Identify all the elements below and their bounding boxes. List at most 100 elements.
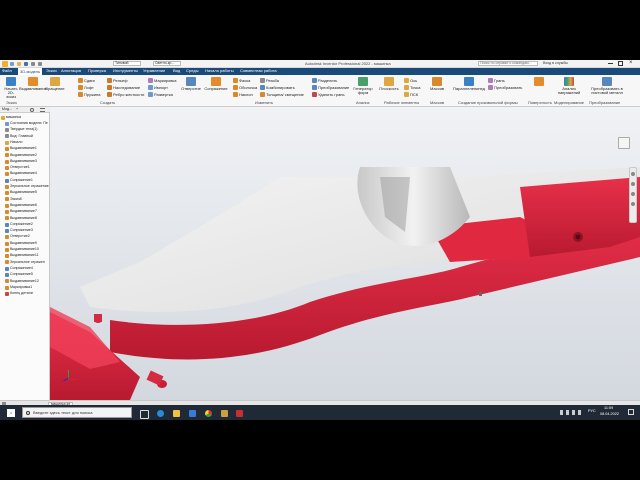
- emboss-button[interactable]: Рельеф: [107, 78, 128, 83]
- browser-menu-icon[interactable]: [40, 108, 45, 112]
- draft-button[interactable]: Наклон: [233, 92, 253, 97]
- 3d-viewport[interactable]: [50, 107, 640, 400]
- tree-item[interactable]: Выдавливание3: [1, 159, 37, 164]
- sweep-button[interactable]: Сдвиг: [78, 78, 95, 83]
- stress-analysis-button[interactable]: Анализ напряжений: [556, 77, 582, 95]
- rib-button[interactable]: Ребро жесткости: [107, 92, 144, 97]
- loft-button[interactable]: Лофт: [78, 85, 94, 90]
- task-view-icon[interactable]: [140, 410, 149, 419]
- redo-icon[interactable]: [38, 62, 42, 66]
- fillet-button[interactable]: Сопряжение: [203, 77, 229, 91]
- tree-item[interactable]: Выдавливание9: [1, 241, 37, 246]
- chrome-icon[interactable]: [205, 410, 212, 417]
- tree-item[interactable]: Эскиз8: [1, 197, 22, 202]
- app-logo-icon[interactable]: [2, 61, 8, 67]
- freeform-convert-button[interactable]: Преобразовать: [488, 85, 522, 90]
- tree-item[interactable]: Выдавливание10: [1, 247, 39, 252]
- taskbar-search-input[interactable]: Введите здесь текст для поиска: [22, 407, 132, 418]
- tree-item[interactable]: Зеркальное отражен: [1, 260, 45, 265]
- delete-face-button[interactable]: Удалить грань: [312, 92, 345, 97]
- chamfer-button[interactable]: Фаска: [233, 78, 250, 83]
- clock-time[interactable]: 11:59: [604, 406, 613, 411]
- shell-button[interactable]: Оболочка: [233, 85, 257, 90]
- menu-tab-1[interactable]: 3D-модель: [18, 68, 43, 75]
- combine-button[interactable]: Комбинировать: [260, 85, 295, 90]
- tree-item[interactable]: Сопряжение5: [1, 273, 33, 278]
- menu-tab-10[interactable]: Совместная работа: [240, 69, 277, 73]
- tree-item[interactable]: Сопряжение1: [1, 178, 33, 183]
- menu-tab-4[interactable]: Проверка: [88, 69, 106, 73]
- store-icon[interactable]: [189, 410, 196, 417]
- tree-item[interactable]: Конец детали: [1, 291, 33, 296]
- menu-tab-9[interactable]: Начало работы: [205, 69, 234, 73]
- notifications-icon[interactable]: [628, 409, 634, 415]
- point-button[interactable]: Точка: [404, 85, 420, 90]
- ucs-button[interactable]: ПСК: [404, 92, 418, 97]
- tree-item[interactable]: Вид: Главный: [1, 134, 33, 139]
- tree-item[interactable]: Отверстие1: [1, 165, 30, 170]
- tree-item[interactable]: Выдавливание2: [1, 153, 37, 158]
- surface-button[interactable]: [528, 77, 550, 87]
- close-button[interactable]: ×: [629, 60, 633, 66]
- tree-item[interactable]: Выдавливание12: [1, 279, 39, 284]
- menu-tab-5[interactable]: Инструменты: [113, 69, 138, 73]
- open-icon[interactable]: [17, 62, 21, 66]
- undo-icon[interactable]: [31, 62, 35, 66]
- shape-generator-button[interactable]: Генератор форм: [352, 77, 374, 95]
- tree-item[interactable]: Зеркальное отражение: [1, 184, 49, 189]
- tree-item[interactable]: Выдавливание11: [1, 254, 39, 259]
- tree-item[interactable]: Маркировка1: [1, 285, 32, 290]
- tree-item[interactable]: Выдавливание8: [1, 216, 37, 221]
- save-icon[interactable]: [24, 62, 28, 66]
- appearance-dropdown[interactable]: Светло-кр...: [153, 61, 181, 66]
- look-at-icon[interactable]: [631, 202, 635, 206]
- menu-tab-7[interactable]: Вид: [173, 69, 180, 73]
- plane-button[interactable]: Плоскость: [378, 77, 400, 91]
- decal-button[interactable]: Маркировка: [148, 78, 176, 83]
- tree-item[interactable]: Сопряжение3: [1, 228, 33, 233]
- tree-item[interactable]: Выдавливание7: [1, 210, 37, 215]
- direct-edit-button[interactable]: Преобразование: [312, 85, 349, 90]
- derive-button[interactable]: Наследование: [107, 85, 140, 90]
- zoom-icon[interactable]: [631, 182, 635, 186]
- edge-icon[interactable]: [157, 410, 164, 417]
- freeform-face-button[interactable]: Грань: [488, 78, 505, 83]
- file-explorer-icon[interactable]: [173, 410, 180, 417]
- unwrap-button[interactable]: Развертка: [148, 92, 173, 97]
- menu-tab-0[interactable]: Файл: [2, 69, 12, 73]
- tab-add[interactable]: +: [16, 107, 18, 112]
- menu-tab-6[interactable]: Управление: [143, 69, 165, 73]
- orbit-icon[interactable]: [631, 192, 635, 196]
- coil-button[interactable]: Пружина: [78, 92, 100, 97]
- tree-item[interactable]: Отверстие2: [1, 235, 30, 240]
- menu-tab-3[interactable]: Аннотация: [61, 69, 81, 73]
- tree-item[interactable]: Выдавливание5: [1, 191, 37, 196]
- thicken-button[interactable]: Толщина/ смещение: [260, 92, 304, 97]
- clock-date[interactable]: 08.04.2022: [600, 412, 619, 417]
- browser-search-icon[interactable]: [30, 108, 34, 112]
- tree-item[interactable]: Выдавливание6: [1, 203, 37, 208]
- thread-button[interactable]: Резьба: [260, 78, 279, 83]
- tree-item[interactable]: Твердые тела(1): [1, 128, 37, 133]
- hole-button[interactable]: Отверстие: [180, 77, 202, 91]
- axis-button[interactable]: Ось: [404, 78, 417, 83]
- pan-icon[interactable]: [631, 172, 635, 176]
- import-button[interactable]: Импорт: [148, 85, 168, 90]
- tab-model[interactable]: Мод...: [2, 107, 12, 112]
- tree-item[interactable]: Сопряжение2: [1, 222, 33, 227]
- tree-item[interactable]: Начало: [1, 140, 23, 145]
- new-icon[interactable]: [10, 62, 14, 66]
- tree-item[interactable]: Выдавливание4: [1, 172, 37, 177]
- material-dropdown[interactable]: Типовой: [113, 61, 141, 66]
- extrude-button[interactable]: Выдавливание: [19, 77, 47, 91]
- inventor-taskbar-icon[interactable]: [221, 410, 228, 417]
- signin-button[interactable]: Вход в службы: [543, 61, 568, 66]
- tree-item[interactable]: машинка: [1, 115, 21, 120]
- recorder-icon[interactable]: [236, 410, 243, 417]
- menu-tab-8[interactable]: Среды: [186, 69, 198, 73]
- start-button[interactable]: [7, 409, 15, 417]
- revolve-button[interactable]: Вращение: [45, 77, 65, 91]
- split-button[interactable]: Разделить: [312, 78, 337, 83]
- tree-item[interactable]: Состояния модели: Пе: [1, 121, 48, 126]
- tree-item[interactable]: Сопряжение4: [1, 266, 33, 271]
